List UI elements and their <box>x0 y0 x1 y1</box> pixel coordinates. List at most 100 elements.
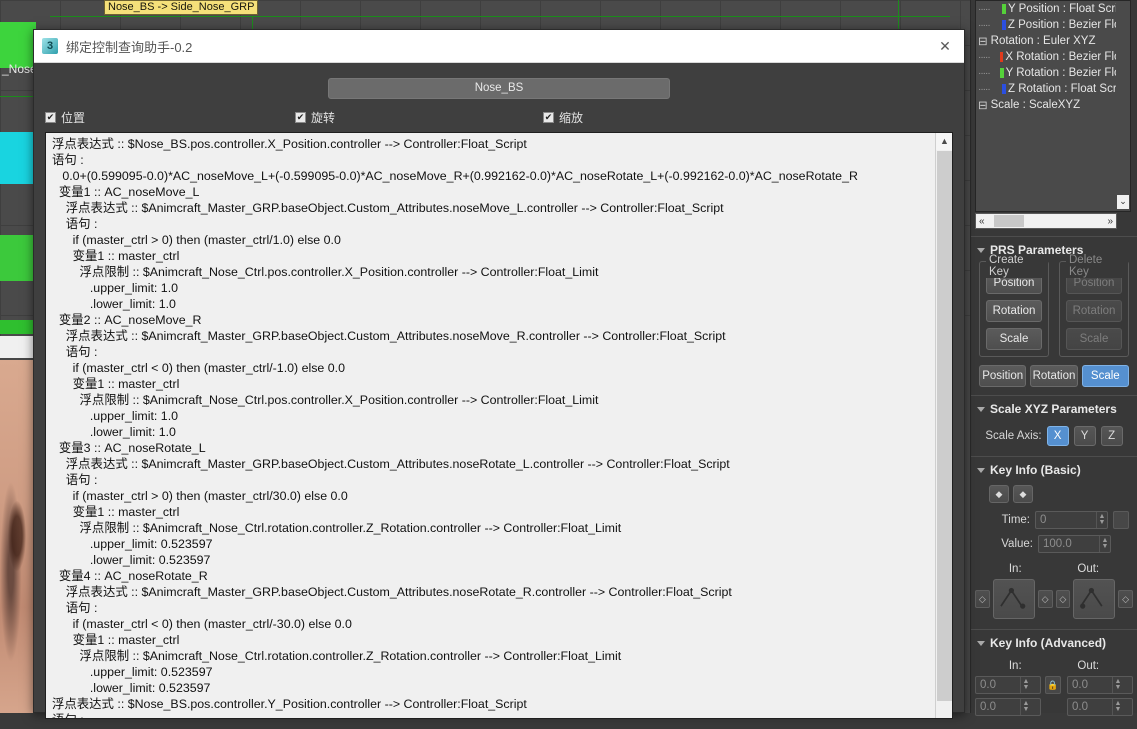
create-key-label: Create Key <box>986 254 1048 278</box>
report-line: .lower_limit: 1.0 <box>52 425 176 439</box>
adv-out-spinner-1[interactable]: ▲▼ <box>1067 676 1133 694</box>
tree-vertical-scrollbar[interactable]: ⌄ <box>1116 1 1130 211</box>
report-line: 变量1 :: AC_noseMove_L <box>52 185 200 199</box>
out-tangent-type-button[interactable] <box>1073 579 1116 619</box>
value-input[interactable] <box>1039 538 1099 550</box>
app-icon: 3 <box>42 38 58 54</box>
triangle-down-icon[interactable] <box>977 247 985 253</box>
in-tangent-next-icon[interactable]: ◇ <box>1037 590 1053 608</box>
adv-out-input-1[interactable] <box>1068 679 1112 691</box>
viewport-object-label: _Nose <box>2 62 37 76</box>
triangle-down-icon[interactable] <box>977 640 985 646</box>
delete-key-rotation-button[interactable]: Rotation <box>1066 300 1122 322</box>
track-view-tree[interactable]: ····· Y Position : Float Script ····· Z Pos… <box>975 0 1131 212</box>
track-tree-row[interactable]: ····· Y Rotation : Bezier Float <box>976 65 1130 81</box>
create-key-rotation-button[interactable]: Rotation <box>986 300 1042 322</box>
adv-in-label: In: <box>1008 660 1022 672</box>
track-tree-row[interactable]: ····· Y Position : Float Script <box>976 1 1130 17</box>
checkbox-position-label: 位置 <box>61 111 86 125</box>
scroll-thumb[interactable] <box>937 151 952 701</box>
out-tangent-next-icon[interactable]: ◇ <box>1118 590 1133 608</box>
scale-axis-z-button[interactable]: Z <box>1100 426 1123 446</box>
track-tree-row[interactable]: ····· Z Position : Bezier Float <box>976 17 1130 33</box>
scale-xyz-header[interactable]: Scale XYZ Parameters <box>971 400 1137 420</box>
checkbox-rotation-box[interactable]: ✔ <box>295 112 306 123</box>
key-info-basic-header[interactable]: Key Info (Basic) <box>971 461 1137 481</box>
adv-in-input-1[interactable] <box>976 679 1020 691</box>
track-tree-row[interactable]: ⊟ Scale : ScaleXYZ <box>976 97 1130 113</box>
checkbox-rotation[interactable]: ✔ 旋转 <box>295 109 543 126</box>
next-key-icon[interactable]: ◆ <box>1013 485 1033 503</box>
prs-mode-scale-button[interactable]: Scale <box>1081 365 1129 387</box>
scale-axis-x-button[interactable]: X <box>1046 426 1069 446</box>
report-line: 浮点表达式 :: $Animcraft_Master_GRP.baseObjec… <box>52 329 726 343</box>
delete-key-label: Delete Key <box>1066 254 1128 278</box>
tangent-controls: ◇ ◇ ◇ ◇ <box>971 577 1137 627</box>
triangle-down-icon[interactable] <box>977 406 985 412</box>
selected-object-button[interactable]: Nose_BS <box>328 78 670 99</box>
report-line: if (master_ctrl > 0) then (master_ctrl/3… <box>52 489 348 503</box>
time-lock-button[interactable] <box>1113 511 1129 529</box>
adv-out-spinner-2[interactable]: ▲▼ <box>1067 698 1133 716</box>
dialog-body: Nose_BS ✔ 位置 ✔ 旋转 ✔ 缩放 浮点表达式 :: $Nose_BS… <box>34 63 964 729</box>
tree-branch-icon: ····· <box>978 67 991 79</box>
spinner-arrows-icon[interactable]: ▲ ▼ <box>1096 512 1107 528</box>
report-line: if (master_ctrl > 0) then (master_ctrl/1… <box>52 233 341 247</box>
dialog-title-bar[interactable]: 3 绑定控制查询助手-0.2 ✕ <box>34 30 964 63</box>
tree-branch-icon: ····· <box>978 83 991 95</box>
scroll-up-icon[interactable]: ▲ <box>936 133 952 150</box>
track-color-swatch <box>1001 20 1006 30</box>
report-line: 语句 : <box>52 473 98 487</box>
report-line: .lower_limit: 1.0 <box>52 297 176 311</box>
adv-in-spinner-2[interactable]: ▲▼ <box>975 698 1041 716</box>
report-line: 浮点表达式 :: $Nose_BS.pos.controller.X_Posit… <box>52 137 527 151</box>
adv-in-input-2[interactable] <box>976 701 1020 713</box>
scroll-left-icon[interactable]: « <box>976 216 988 227</box>
tree-branch-icon: ····· <box>978 3 991 15</box>
report-text-panel[interactable]: 浮点表达式 :: $Nose_BS.pos.controller.X_Posit… <box>45 132 953 719</box>
adv-in-spinner-1[interactable]: ▲▼ <box>975 676 1041 694</box>
report-line: 语句 : <box>52 601 98 615</box>
report-line: .upper_limit: 0.523597 <box>52 665 213 679</box>
out-tangent-prev-icon[interactable]: ◇ <box>1055 590 1071 608</box>
track-tree-row[interactable]: ⊟ Rotation : Euler XYZ <box>976 33 1130 49</box>
report-line: 浮点限制 :: $Animcraft_Nose_Ctrl.rotation.co… <box>52 521 622 535</box>
time-spinner[interactable]: ▲▼ <box>1035 511 1108 529</box>
out-label: Out: <box>1077 563 1100 575</box>
in-tangent-prev-icon[interactable]: ◇ <box>975 590 990 608</box>
value-spinner[interactable]: ▲▼ <box>1038 535 1111 553</box>
track-tree-row[interactable]: ····· X Rotation : Bezier Float <box>976 49 1130 65</box>
checkbox-scale[interactable]: ✔ 缩放 <box>543 109 583 126</box>
report-line: 0.0+(0.599095-0.0)*AC_noseMove_L+(-0.599… <box>52 169 858 183</box>
tree-horizontal-scrollbar[interactable]: « » <box>975 213 1117 229</box>
spinner-arrows-icon[interactable]: ▲ ▼ <box>1099 536 1110 552</box>
filter-checkbox-row: ✔ 位置 ✔ 旋转 ✔ 缩放 <box>45 109 953 126</box>
prs-mode-position-button[interactable]: Position <box>979 365 1027 387</box>
spinner-arrows-icon[interactable]: ▲ ▼ <box>1112 677 1123 693</box>
scroll-right-icon[interactable]: » <box>1104 216 1116 227</box>
time-input[interactable] <box>1036 514 1096 526</box>
scale-axis-y-button[interactable]: Y <box>1073 426 1096 446</box>
delete-key-scale-button[interactable]: Scale <box>1066 328 1122 350</box>
prs-mode-rotation-button[interactable]: Rotation <box>1030 365 1078 387</box>
track-tree-row[interactable]: ····· Z Rotation : Float Script <box>976 81 1130 97</box>
in-tangent-type-button[interactable] <box>992 579 1035 619</box>
chevron-down-icon[interactable]: ⌄ <box>1117 195 1129 209</box>
checkbox-scale-box[interactable]: ✔ <box>543 112 554 123</box>
key-info-advanced-header[interactable]: Key Info (Advanced) <box>971 634 1137 654</box>
lock-icon[interactable]: 🔒 <box>1045 676 1061 694</box>
checkbox-position-box[interactable]: ✔ <box>45 112 56 123</box>
scroll-thumb[interactable] <box>994 215 1024 227</box>
report-line: .lower_limit: 0.523597 <box>52 681 211 695</box>
adv-out-input-2[interactable] <box>1068 701 1112 713</box>
prev-key-icon[interactable]: ◆ <box>989 485 1009 503</box>
spinner-arrows-icon[interactable]: ▲ ▼ <box>1020 677 1031 693</box>
triangle-down-icon[interactable] <box>977 467 985 473</box>
report-vertical-scrollbar[interactable]: ▲ <box>935 133 952 718</box>
checkbox-position[interactable]: ✔ 位置 <box>45 109 295 126</box>
delete-key-group: Delete Key Position Rotation Scale <box>1059 254 1129 357</box>
viewport-swatch-green <box>0 320 36 334</box>
create-key-scale-button[interactable]: Scale <box>986 328 1042 350</box>
close-icon[interactable]: ✕ <box>932 34 958 58</box>
report-line: 浮点表达式 :: $Nose_BS.pos.controller.Y_Posit… <box>52 697 527 711</box>
